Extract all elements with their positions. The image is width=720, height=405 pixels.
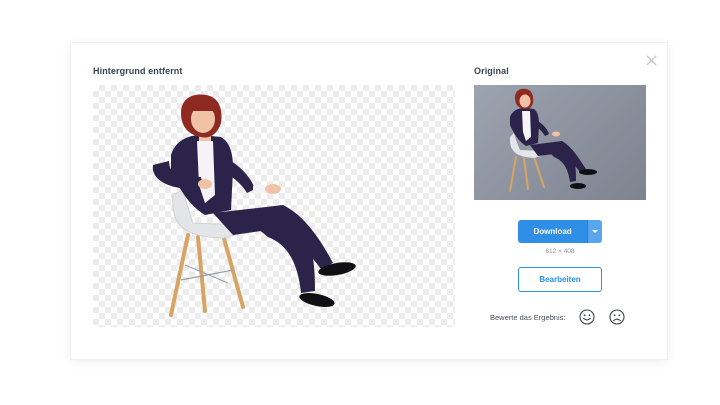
download-options-button[interactable] xyxy=(587,220,602,243)
download-button-group: Download xyxy=(518,220,602,243)
image-dimensions: 612 × 408 xyxy=(545,248,575,255)
result-heading: Hintergrund entfernt xyxy=(93,66,183,76)
rating-label: Bewerte das Ergebnis: xyxy=(490,313,566,322)
download-button[interactable]: Download xyxy=(518,220,588,243)
caret-down-icon xyxy=(592,230,599,233)
original-photo-image xyxy=(509,88,597,192)
smiley-sad-icon[interactable] xyxy=(609,309,625,325)
person-cutout-image xyxy=(152,94,356,317)
edit-button[interactable]: Bearbeiten xyxy=(518,267,602,292)
original-heading: Original xyxy=(474,66,509,76)
background-removed-preview xyxy=(93,85,455,327)
original-thumbnail[interactable] xyxy=(474,85,646,200)
close-button[interactable]: × xyxy=(644,52,659,70)
smiley-happy-icon[interactable] xyxy=(579,309,595,325)
